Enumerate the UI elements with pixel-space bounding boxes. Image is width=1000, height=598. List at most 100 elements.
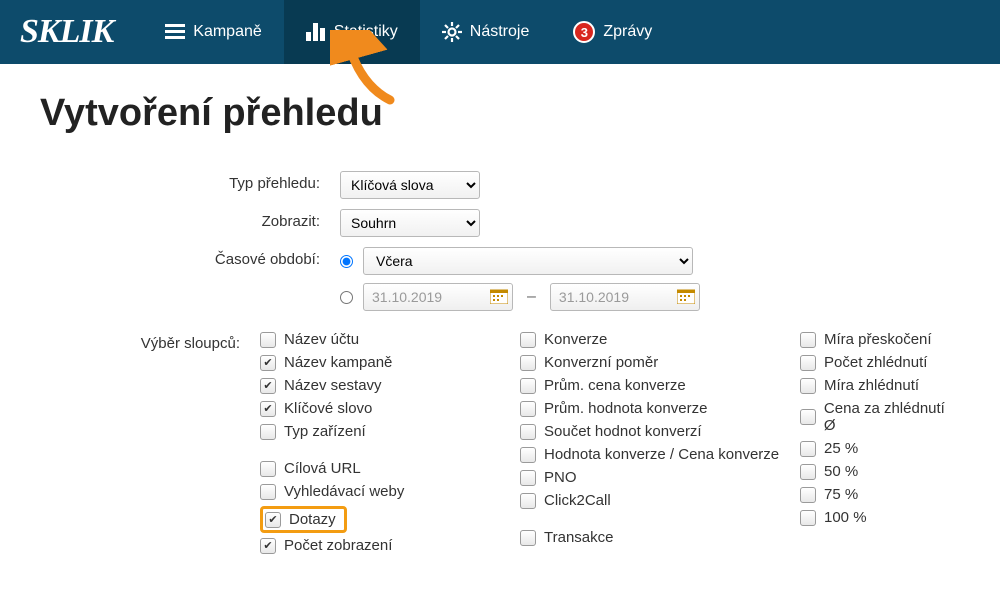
- checkbox-icon: [260, 401, 276, 417]
- page-title: Vytvoření přehledu: [40, 92, 960, 135]
- column-checkbox[interactable]: PNO: [520, 469, 800, 486]
- column-checkbox[interactable]: Míra přeskočení: [800, 331, 960, 348]
- checkbox-icon: [800, 378, 816, 394]
- columns-grid: Název účtu Název kampaně Název sestavy Klíč…: [260, 331, 960, 560]
- column-label: Počet zobrazení: [284, 537, 392, 554]
- hamburger-icon: [165, 24, 185, 40]
- column-label: Míra zhlédnutí: [824, 377, 919, 394]
- checkbox-icon: [520, 401, 536, 417]
- column-checkbox[interactable]: Klíčové slovo: [260, 400, 520, 417]
- nav-messages[interactable]: 3 Zprávy: [551, 0, 674, 64]
- checkbox-icon: [520, 355, 536, 371]
- checkbox-icon: [800, 464, 816, 480]
- column-label: Název účtu: [284, 331, 359, 348]
- period-custom-radio[interactable]: [340, 291, 353, 304]
- checkbox-icon: [520, 424, 536, 440]
- show-select[interactable]: Souhrn: [340, 209, 480, 237]
- nav-campaigns[interactable]: Kampaně: [143, 0, 284, 64]
- column-checkbox[interactable]: Název sestavy: [260, 377, 520, 394]
- page-content: Vytvoření přehledu Typ přehledu: Klíčová…: [0, 64, 1000, 598]
- column-checkbox[interactable]: Vyhledávací weby: [260, 483, 520, 500]
- date-from-input[interactable]: 31.10.2019: [363, 283, 513, 311]
- column-label: Součet hodnot konverzí: [544, 423, 702, 440]
- column-checkbox[interactable]: 50 %: [800, 463, 960, 480]
- column-label: Vyhledávací weby: [284, 483, 404, 500]
- column-checkbox[interactable]: 25 %: [800, 440, 960, 457]
- column-checkbox[interactable]: Součet hodnot konverzí: [520, 423, 800, 440]
- bar-chart-icon: [306, 23, 326, 41]
- column-checkbox[interactable]: Hodnota konverze / Cena konverze: [520, 446, 800, 463]
- date-range-separator: –: [523, 288, 540, 306]
- report-type-select[interactable]: Klíčová slova: [340, 171, 480, 199]
- column-label: Klíčové slovo: [284, 400, 372, 417]
- column-label: Prům. cena konverze: [544, 377, 686, 394]
- checkbox-icon: [260, 461, 276, 477]
- column-checkbox[interactable]: Míra zhlédnutí: [800, 377, 960, 394]
- column-checkbox[interactable]: Název kampaně: [260, 354, 520, 371]
- nav-statistics[interactable]: Statistiky: [284, 0, 420, 64]
- column-checkbox[interactable]: Cena za zhlédnutí Ø: [800, 400, 960, 434]
- column-checkbox[interactable]: Konverzní poměr: [520, 354, 800, 371]
- logo: SKLIK: [0, 13, 143, 51]
- columns-left: Název účtu Název kampaně Název sestavy Klíč…: [260, 331, 520, 560]
- column-label: Míra přeskočení: [824, 331, 932, 348]
- checkbox-icon: [520, 378, 536, 394]
- period-preset-select[interactable]: Včera: [363, 247, 693, 275]
- column-checkbox[interactable]: Konverze: [520, 331, 800, 348]
- column-label: Prům. hodnota konverze: [544, 400, 707, 417]
- column-label: PNO: [544, 469, 577, 486]
- checkbox-icon: [520, 470, 536, 486]
- checkbox-icon: [260, 484, 276, 500]
- column-label: Konverze: [544, 331, 607, 348]
- period-label: Časové období:: [40, 247, 340, 268]
- column-label: Název sestavy: [284, 377, 382, 394]
- checkbox-icon: [800, 487, 816, 503]
- column-checkbox[interactable]: Název účtu: [260, 331, 520, 348]
- show-label: Zobrazit:: [40, 209, 340, 230]
- column-checkbox[interactable]: Prům. cena konverze: [520, 377, 800, 394]
- column-label: Transakce: [544, 529, 613, 546]
- top-nav: SKLIK Kampaně Statistiky Nástroje 3 Zprá…: [0, 0, 1000, 64]
- column-checkbox[interactable]: Cílová URL: [260, 460, 520, 477]
- columns-mid: Konverze Konverzní poměr Prům. cena konver…: [520, 331, 800, 560]
- column-label: Počet zhlédnutí: [824, 354, 927, 371]
- column-label: 100 %: [824, 509, 867, 526]
- column-checkbox[interactable]: Dotazy: [265, 511, 336, 528]
- nav-label: Kampaně: [193, 23, 262, 41]
- column-label: Konverzní poměr: [544, 354, 658, 371]
- column-checkbox[interactable]: Počet zhlédnutí: [800, 354, 960, 371]
- column-checkbox[interactable]: 100 %: [800, 509, 960, 526]
- date-from-value: 31.10.2019: [372, 289, 442, 305]
- column-checkbox[interactable]: Prům. hodnota konverze: [520, 400, 800, 417]
- column-label: Click2Call: [544, 492, 611, 509]
- period-preset-radio[interactable]: [340, 255, 353, 268]
- checkbox-icon: [520, 530, 536, 546]
- column-checkbox[interactable]: Typ zařízení: [260, 423, 520, 440]
- date-to-input[interactable]: 31.10.2019: [550, 283, 700, 311]
- checkbox-icon: [800, 332, 816, 348]
- column-checkbox[interactable]: Transakce: [520, 529, 800, 546]
- gear-icon: [442, 22, 462, 42]
- column-label: 25 %: [824, 440, 858, 457]
- nav-label: Statistiky: [334, 23, 398, 41]
- column-label: Typ zařízení: [284, 423, 366, 440]
- column-checkbox[interactable]: 75 %: [800, 486, 960, 503]
- column-checkbox[interactable]: Počet zobrazení: [260, 537, 520, 554]
- nav-label: Zprávy: [603, 23, 652, 41]
- column-label: Název kampaně: [284, 354, 392, 371]
- checkbox-icon: [520, 493, 536, 509]
- column-label: Dotazy: [289, 511, 336, 528]
- calendar-icon: [490, 288, 508, 307]
- columns-label: Výběr sloupců:: [40, 331, 260, 352]
- checkbox-icon: [265, 512, 281, 528]
- column-label: Hodnota konverze / Cena konverze: [544, 446, 779, 463]
- calendar-icon: [677, 288, 695, 307]
- date-to-value: 31.10.2019: [559, 289, 629, 305]
- column-label: 75 %: [824, 486, 858, 503]
- column-label: Cena za zhlédnutí Ø: [824, 400, 960, 434]
- nav-tools[interactable]: Nástroje: [420, 0, 552, 64]
- checkbox-icon: [520, 447, 536, 463]
- column-checkbox[interactable]: Click2Call: [520, 492, 800, 509]
- checkbox-icon: [260, 378, 276, 394]
- checkbox-icon: [260, 332, 276, 348]
